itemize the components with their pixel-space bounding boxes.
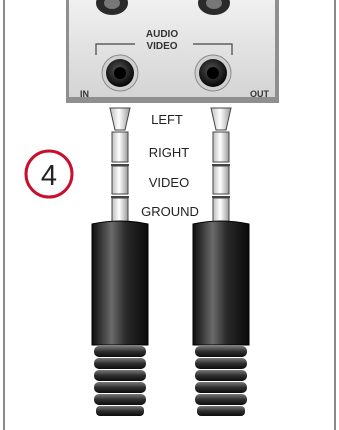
av-connection-diagram: AUDIO VIDEO IN OUT 4 LEFT RIGHT VIDEO GR…	[0, 0, 339, 430]
step-badge-number: 4	[41, 160, 57, 192]
in-jack-icon	[101, 54, 139, 92]
out-jack-icon	[194, 54, 232, 92]
segment-label-ground: GROUND	[141, 204, 199, 219]
panel-header-video: VIDEO	[146, 41, 177, 52]
segment-label-right: RIGHT	[149, 145, 190, 160]
out-label: OUT	[250, 89, 270, 99]
diagram-canvas: AUDIO VIDEO IN OUT 4 LEFT RIGHT VIDEO GR…	[1, 0, 338, 430]
frame-right-border	[334, 0, 336, 430]
device-panel: AUDIO VIDEO IN OUT	[66, 0, 279, 103]
in-label: IN	[80, 89, 89, 99]
segment-label-video: VIDEO	[149, 175, 189, 190]
step-badge: 4	[24, 149, 74, 199]
frame-left-border	[3, 0, 5, 430]
panel-header-audio: AUDIO	[146, 29, 178, 40]
segment-label-left: LEFT	[151, 112, 183, 127]
